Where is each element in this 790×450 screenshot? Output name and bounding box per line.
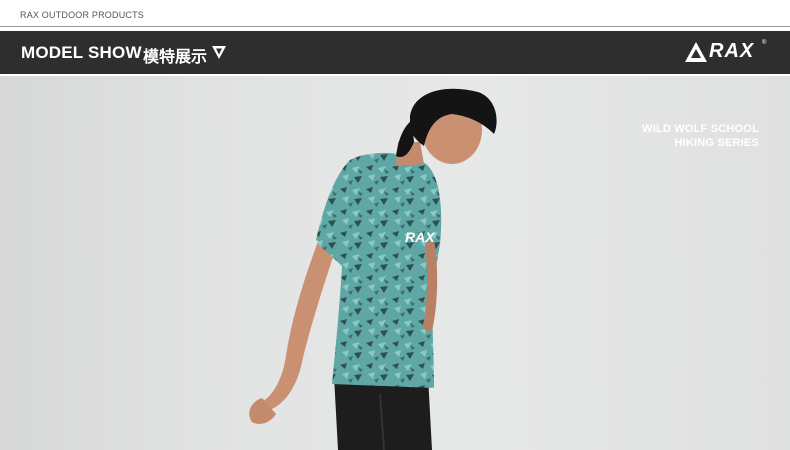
divider-line bbox=[0, 26, 790, 27]
model-photo: RAX WILD WOLF SCHOOL HIKING SERIES bbox=[0, 76, 790, 450]
shirt-logo: RAX bbox=[405, 229, 436, 245]
mountain-logo-icon bbox=[685, 42, 707, 62]
section-title: MODEL SHOW bbox=[21, 43, 142, 62]
down-triangle-icon bbox=[212, 46, 226, 59]
section-header-bar: MODEL SHOW 模特展示 RAX ® bbox=[0, 31, 790, 74]
registered-mark: ® bbox=[762, 40, 767, 46]
series-tag: WILD WOLF SCHOOL HIKING SERIES bbox=[642, 122, 759, 150]
rax-logo: RAX ® bbox=[684, 40, 768, 66]
brand-caption: RAX OUTDOOR PRODUCTS bbox=[20, 10, 145, 20]
series-tag-line2: HIKING SERIES bbox=[674, 137, 759, 149]
series-tag-line1: WILD WOLF SCHOOL bbox=[642, 123, 759, 135]
section-title-cn: 模特展示 bbox=[143, 47, 208, 66]
logo-text: RAX bbox=[709, 40, 755, 62]
